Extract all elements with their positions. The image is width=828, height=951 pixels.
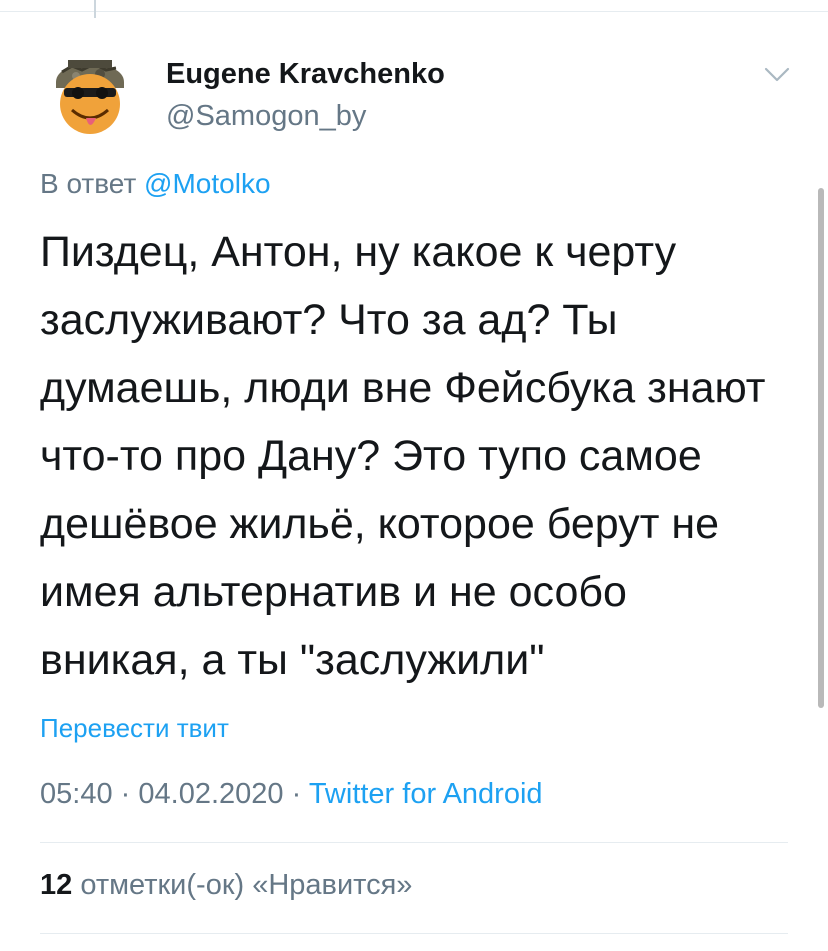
meta-separator-2: · [291, 778, 302, 810]
likes-divider [40, 933, 788, 934]
meta-separator: · [120, 778, 131, 810]
likes-label: отметки(-ок) «Нравится» [80, 869, 413, 901]
translate-tweet-link[interactable]: Перевести твит [40, 713, 229, 744]
top-divider [0, 11, 828, 12]
tweet-time: 05:40 [40, 778, 113, 810]
tweet-metadata: 05:40 · 04.02.2020 · Twitter for Android [40, 778, 543, 811]
thread-connector-line [94, 0, 96, 18]
avatar[interactable] [42, 42, 138, 138]
likes-summary[interactable]: 12 отметки(-ок) «Нравится» [40, 869, 412, 902]
smiley-soldier-avatar-icon [56, 60, 124, 134]
tweet-source-link[interactable]: Twitter for Android [309, 778, 543, 810]
author-handle[interactable]: @Samogon_by [166, 100, 366, 133]
author-name[interactable]: Eugene Kravchenko [166, 58, 445, 91]
tweet-text: Пиздец, Антон, ну какое к черту заслужив… [40, 228, 766, 684]
likes-count: 12 [40, 869, 73, 901]
chevron-down-icon[interactable] [764, 66, 790, 84]
reply-context: В ответ @Motolko [40, 168, 271, 200]
metadata-divider [40, 842, 788, 843]
reply-prefix: В ответ [40, 168, 137, 199]
reply-mention-link[interactable]: @Motolko [144, 168, 270, 199]
tweet-date: 04.02.2020 [138, 778, 284, 810]
scrollbar[interactable] [818, 188, 824, 708]
